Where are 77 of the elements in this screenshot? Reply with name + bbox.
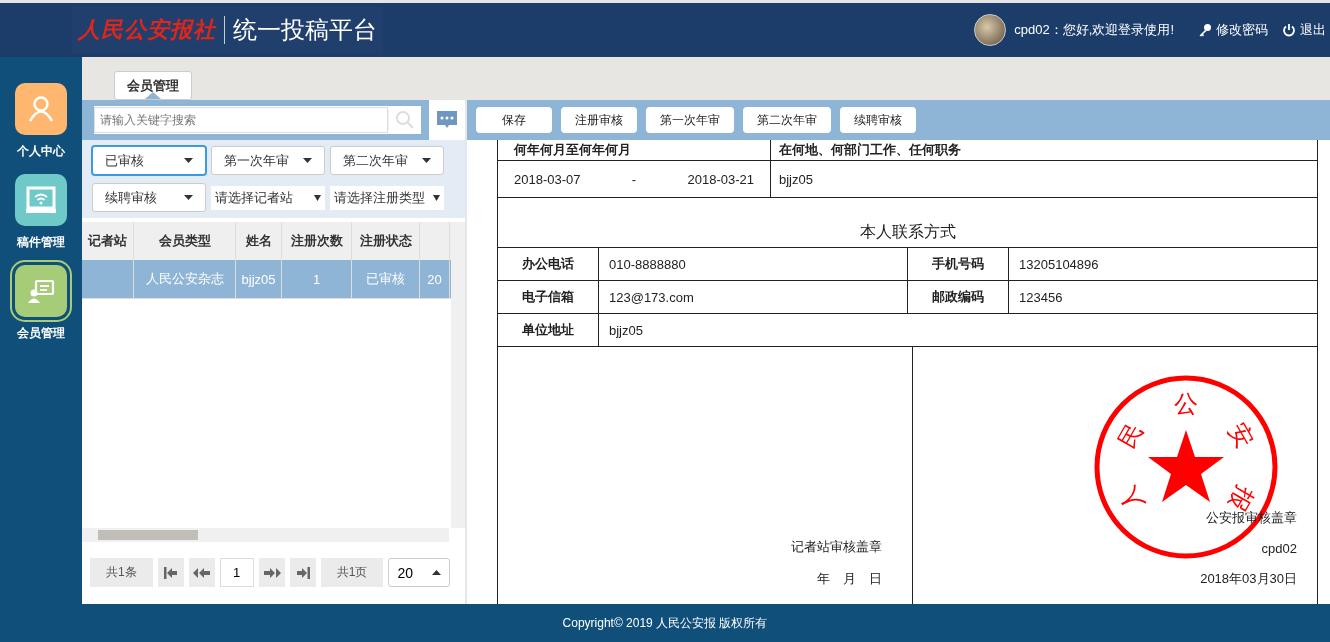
double-left-arrow-icon [192,566,211,579]
status-dropdown[interactable]: 已审核 [92,146,206,175]
table-cell: 1 [282,260,352,298]
previous-page-button[interactable] [188,558,215,587]
logout-link[interactable]: 退出 [1282,21,1326,39]
field-label: 手机号码 [908,248,1009,280]
end-date: 2018-03-21 [687,171,754,187]
vertical-scrollbar[interactable] [451,222,465,528]
status-dropdown[interactable]: 第一次年审 [211,146,325,175]
logo-text: 人民公安报社 [78,15,216,44]
platform-title: 统一投稿平台 [233,15,377,45]
field-value: 010-8888880 [599,248,908,280]
field-label: 电子信箱 [498,281,599,313]
sidebar-label: 稿件管理 [17,234,65,251]
signature-label: 记者站审核盖章 [791,538,882,556]
signer-name: cpd02 [1261,541,1297,556]
page-count: 共1页 [320,558,384,587]
table-header-cell-text: 在何地、何部门工作、任何职务 [778,141,962,159]
avatar[interactable] [974,14,1007,46]
table-cell: 已审核 [352,260,420,298]
status-dropdown[interactable]: 第二次年审 [330,146,444,175]
page-size-dropdown[interactable]: 20 [388,558,451,587]
filter-dropdown[interactable]: 请选择注册类型 [330,185,444,210]
power-icon [1282,23,1296,37]
caret-icon [314,194,321,201]
sidebar-item[interactable] [15,83,67,135]
chat-icon[interactable] [436,110,458,130]
sidebar-label: 会员管理 [17,325,65,342]
toolbar-button[interactable]: 第一次年审 [646,107,734,133]
section-title: 本人联系方式 [498,198,1317,248]
next-page-button[interactable] [258,558,285,587]
last-page-icon [295,566,310,579]
field-label: 办公电话 [498,248,599,280]
table-cell: 人民公安杂志 [134,260,236,298]
total-count: 共1条 [90,558,153,587]
caret-icon [422,158,431,163]
key-icon [1198,23,1212,37]
sign-date: 2018年03月30日 [1200,570,1297,588]
status-dropdown[interactable]: 续聘审核 [92,183,206,212]
change-password-link[interactable]: 修改密码 [1198,21,1268,39]
double-right-arrow-icon [262,566,281,579]
first-page-button[interactable] [157,558,184,587]
sidebar-item[interactable] [15,174,67,226]
table-header-cell: 何年何月至何年何月 [498,140,771,160]
horizontal-scrollbar[interactable] [82,528,449,542]
table-cell: bjjz05 [236,260,282,298]
field-value: bjjz05 [608,321,644,340]
copyright-text: Copyright© 2019 人民公安报 版权所有 [562,614,768,632]
toolbar-button[interactable]: 保存 [476,107,552,133]
tab[interactable]: 会员管理 [114,71,192,100]
start-date: 2018-03-07 [514,171,581,187]
date-separator: - [631,171,637,187]
first-page-icon [163,566,178,579]
caret-icon [433,194,440,201]
table-cell: 20 [420,260,450,298]
caret-icon [303,158,312,163]
toolbar-button[interactable]: 续聘审核 [840,107,916,133]
table-cell-text: bjjz05 [778,170,814,189]
last-page-button[interactable] [289,558,316,587]
caret-icon [184,158,193,163]
filter-dropdown[interactable]: 请选择记者站 [211,185,325,210]
monitor-icon [25,185,57,215]
page-number-field[interactable]: 1 [219,558,254,587]
greeting-text: cpd02：您好,欢迎登录使用! [1014,21,1174,39]
sidebar-label: 个人中心 [17,143,65,160]
caret-icon [184,195,193,200]
person-icon [26,94,56,124]
search-field[interactable]: 请输入关键字搜索 [94,107,388,133]
date-label: 年 月 日 [817,570,882,588]
field-value: 123@173.com [599,281,908,313]
field-label: 邮政编码 [908,281,1009,313]
field-label: 单位地址 [498,314,599,346]
field-value: 123456 [1018,288,1064,307]
field-value: 13205104896 [1018,255,1100,274]
toolbar-button[interactable]: 注册审核 [561,107,637,133]
caret-up-icon [432,570,442,575]
toolbar-button[interactable]: 第二次年审 [743,107,831,133]
